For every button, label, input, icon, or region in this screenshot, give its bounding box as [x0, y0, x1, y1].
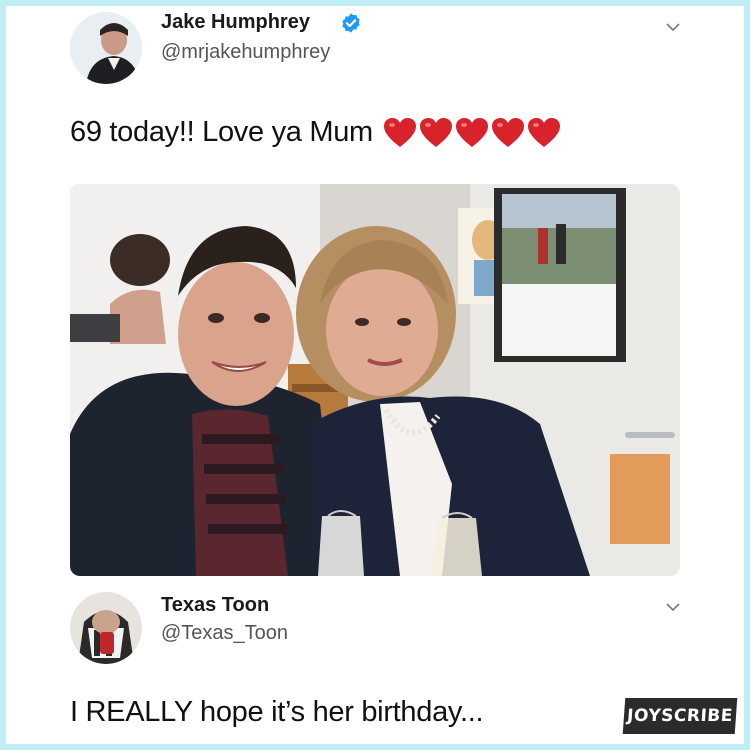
- author-name[interactable]: Jake Humphrey: [161, 11, 310, 34]
- watermark-logo: JOYSCRIBE: [622, 698, 738, 734]
- reply-text: I REALLY hope it’s her birthday...: [70, 696, 484, 728]
- heart-icon: [527, 117, 560, 147]
- avatar-jake[interactable]: [70, 12, 142, 84]
- avatar-texas-toon[interactable]: [70, 592, 142, 664]
- reply-author-name[interactable]: Texas Toon: [161, 594, 269, 617]
- heart-icon: [491, 117, 524, 147]
- meme-card: Jake Humphrey @mrjakehumphrey 69 today!!…: [6, 6, 744, 744]
- tweet-body: 69 today!! Love ya Mum: [70, 116, 373, 148]
- tweet-text: 69 today!! Love ya Mum: [70, 116, 561, 149]
- heart-icon: [455, 117, 488, 147]
- heart-icon: [419, 117, 452, 147]
- heart-icon: [383, 117, 416, 147]
- hearts-emoji: [383, 117, 561, 149]
- reply-author-handle[interactable]: @Texas_Toon: [161, 622, 288, 645]
- chevron-down-icon[interactable]: [666, 20, 680, 34]
- author-handle[interactable]: @mrjakehumphrey: [161, 41, 330, 64]
- tweet-photo[interactable]: [70, 184, 680, 576]
- chevron-down-icon[interactable]: [666, 600, 680, 614]
- verified-badge-icon: [342, 13, 360, 33]
